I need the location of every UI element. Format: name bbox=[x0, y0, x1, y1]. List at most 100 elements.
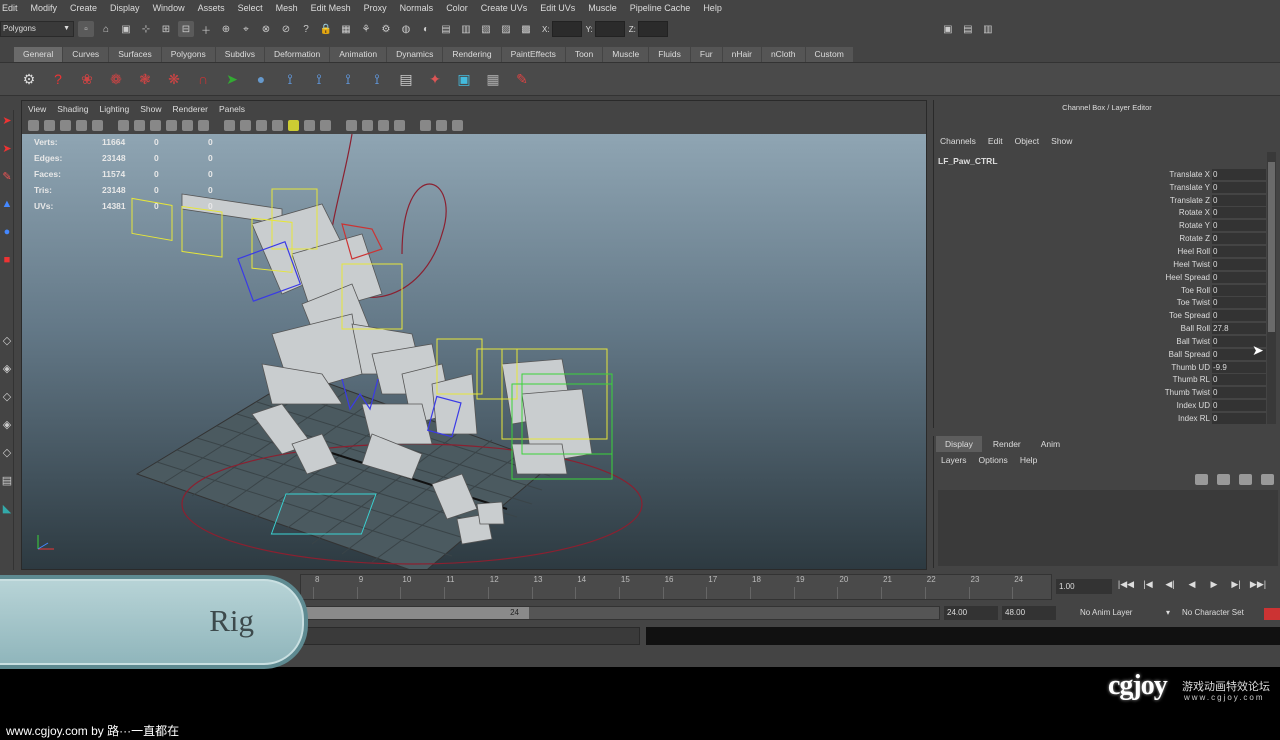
channel-row[interactable]: Toe Roll 0 bbox=[934, 284, 1280, 297]
script-red-3-icon[interactable]: ❃ bbox=[134, 68, 156, 90]
snap-curve-icon[interactable]: ⊕ bbox=[218, 21, 234, 37]
shelf-tab-general[interactable]: General bbox=[14, 47, 63, 62]
channel-row[interactable]: Ball Spread 0 bbox=[934, 348, 1280, 361]
channel-box-menu-edit[interactable]: Edit bbox=[988, 136, 1003, 146]
viewport-3d-view[interactable]: Verts: 11664 0 0 Edges: 23148 0 0 Faces: 11574 0 0 T… bbox=[22, 134, 926, 569]
layer-list[interactable] bbox=[938, 490, 1278, 566]
channel-value[interactable]: 0 bbox=[1212, 400, 1266, 412]
menu-item-assets[interactable]: Assets bbox=[198, 3, 225, 13]
channel-name[interactable]: Rotate Y bbox=[934, 221, 1210, 230]
channel-row[interactable]: Heel Spread 0 bbox=[934, 271, 1280, 284]
default-light-icon[interactable] bbox=[304, 120, 315, 131]
layout-graph-icon[interactable]: ◇ bbox=[0, 442, 14, 462]
channel-value[interactable]: 0 bbox=[1212, 387, 1266, 399]
xray-icon[interactable] bbox=[346, 120, 357, 131]
layout-icon[interactable]: ▤ bbox=[438, 21, 454, 37]
magnet-icon[interactable]: ∩ bbox=[192, 68, 214, 90]
gate-mask-icon[interactable] bbox=[150, 120, 161, 131]
make-live-icon[interactable]: ⊘ bbox=[278, 21, 294, 37]
ik-spline-icon[interactable]: ⟟ bbox=[337, 68, 359, 90]
select-object-icon[interactable]: ⊞ bbox=[158, 21, 174, 37]
layout-hypershade-icon[interactable]: ▤ bbox=[0, 470, 14, 490]
shelf-tab-curves[interactable]: Curves bbox=[63, 47, 109, 62]
motion-blur-icon[interactable] bbox=[452, 120, 463, 131]
menu-item-display[interactable]: Display bbox=[110, 3, 140, 13]
shelf-tab-ncloth[interactable]: nCloth bbox=[761, 47, 805, 62]
range-bar[interactable]: 24 bbox=[300, 606, 940, 620]
ipr-render-icon[interactable]: ⚘ bbox=[358, 21, 374, 37]
character-set-selector[interactable]: No Character Set bbox=[1182, 606, 1244, 620]
channel-name[interactable]: Rotate X bbox=[934, 208, 1210, 217]
channel-name[interactable]: Index UD bbox=[934, 401, 1210, 410]
menu-item-color[interactable]: Color bbox=[446, 3, 468, 13]
move-down-layer-icon[interactable] bbox=[1261, 473, 1274, 485]
layout-custom-icon[interactable]: ◣ bbox=[0, 498, 14, 518]
attribute-editor-icon[interactable]: ▧ bbox=[478, 21, 494, 37]
channel-name[interactable]: Heel Roll bbox=[934, 247, 1210, 256]
menu-item-edit[interactable]: Edit bbox=[2, 3, 18, 13]
safe-title-icon[interactable] bbox=[198, 120, 209, 131]
snap-grid-icon[interactable]: ＋ bbox=[198, 21, 214, 37]
viewport-menu-view[interactable]: View bbox=[28, 104, 46, 114]
step-back-icon[interactable]: |◀ bbox=[1137, 579, 1159, 590]
toggle-channel-box-icon[interactable]: ▤ bbox=[960, 21, 976, 37]
step-forward-key-icon[interactable]: ▶| bbox=[1225, 579, 1247, 590]
render-view-icon[interactable]: ◐ bbox=[418, 21, 434, 37]
component-editor-icon[interactable]: ▤ bbox=[395, 68, 417, 90]
new-layer-icon[interactable] bbox=[1195, 473, 1208, 485]
go-to-start-icon[interactable]: |◀◀ bbox=[1115, 579, 1137, 590]
channel-box-menu-show[interactable]: Show bbox=[1051, 136, 1072, 146]
channel-value[interactable]: 0 bbox=[1212, 168, 1266, 180]
layout-four-icon[interactable]: ◈ bbox=[0, 358, 14, 378]
channel-row[interactable]: Thumb RL 0 bbox=[934, 374, 1280, 387]
wireframe-icon[interactable] bbox=[224, 120, 235, 131]
menu-item-edit-mesh[interactable]: Edit Mesh bbox=[311, 3, 351, 13]
shelf-tab-deformation[interactable]: Deformation bbox=[264, 47, 330, 62]
menu-item-modify[interactable]: Modify bbox=[31, 3, 58, 13]
channel-row[interactable]: Translate Y0 bbox=[934, 181, 1280, 194]
channel-name[interactable]: Thumb Twist bbox=[934, 388, 1210, 397]
lights-icon[interactable] bbox=[288, 120, 299, 131]
channel-row[interactable]: Translate Z0 bbox=[934, 194, 1280, 207]
layout-outliner-icon[interactable]: ◈ bbox=[0, 414, 14, 434]
viewport-menu-renderer[interactable]: Renderer bbox=[173, 104, 208, 114]
menu-item-create[interactable]: Create bbox=[70, 3, 97, 13]
channel-value[interactable]: 0 bbox=[1212, 194, 1266, 206]
xray-components-icon[interactable] bbox=[378, 120, 389, 131]
safe-action-icon[interactable] bbox=[182, 120, 193, 131]
channel-value[interactable]: 27.8 bbox=[1212, 323, 1266, 335]
channel-name[interactable]: Translate Y bbox=[934, 183, 1210, 192]
select-camera-icon[interactable] bbox=[28, 120, 39, 131]
viewport-menu-shading[interactable]: Shading bbox=[57, 104, 88, 114]
channel-row[interactable]: Rotate Y0 bbox=[934, 219, 1280, 232]
cube-tool-icon[interactable]: ▣ bbox=[453, 68, 475, 90]
channel-name[interactable]: Ball Roll bbox=[934, 324, 1210, 333]
scale-tool-icon[interactable]: ■ bbox=[0, 250, 14, 270]
rotate-tool-icon[interactable]: ● bbox=[0, 222, 14, 242]
smooth-shade-icon[interactable] bbox=[240, 120, 251, 131]
channel-name[interactable]: Rotate Z bbox=[934, 234, 1210, 243]
toggle-tool-settings-icon[interactable]: ▥ bbox=[980, 21, 996, 37]
channel-value[interactable]: 0 bbox=[1212, 310, 1266, 322]
shelf-tab-toon[interactable]: Toon bbox=[565, 47, 603, 62]
layer-tab-anim[interactable]: Anim bbox=[1032, 436, 1069, 452]
time-ruler[interactable]: 8 9 10 11 12 13 14 15 16 17 18 19 20 21 22 23 24 bbox=[300, 574, 1052, 600]
auto-key-icon[interactable] bbox=[1264, 608, 1280, 620]
script-red-2-icon[interactable]: ❁ bbox=[105, 68, 127, 90]
lattice-icon[interactable]: ▦ bbox=[482, 68, 504, 90]
channel-row[interactable]: Translate X0 bbox=[934, 168, 1280, 181]
channel-row[interactable]: Thumb UD -9.9 bbox=[934, 361, 1280, 374]
skin-bind-icon[interactable]: ⟟ bbox=[366, 68, 388, 90]
channel-row[interactable]: Rotate Z0 bbox=[934, 232, 1280, 245]
channel-value[interactable]: 0 bbox=[1212, 207, 1266, 219]
layer-menu-help[interactable]: Help bbox=[1020, 455, 1037, 465]
shelf-tab-dynamics[interactable]: Dynamics bbox=[387, 47, 443, 62]
channel-box-menu-object[interactable]: Object bbox=[1015, 136, 1040, 146]
viewport-menu-lighting[interactable]: Lighting bbox=[99, 104, 129, 114]
render-icon[interactable]: ▦ bbox=[338, 21, 354, 37]
grid-icon[interactable] bbox=[92, 120, 103, 131]
outliner-icon[interactable]: ▥ bbox=[458, 21, 474, 37]
channel-value[interactable]: -9.9 bbox=[1212, 361, 1266, 373]
snap-point-icon[interactable]: ⌖ bbox=[238, 21, 254, 37]
film-gate-icon[interactable] bbox=[118, 120, 129, 131]
